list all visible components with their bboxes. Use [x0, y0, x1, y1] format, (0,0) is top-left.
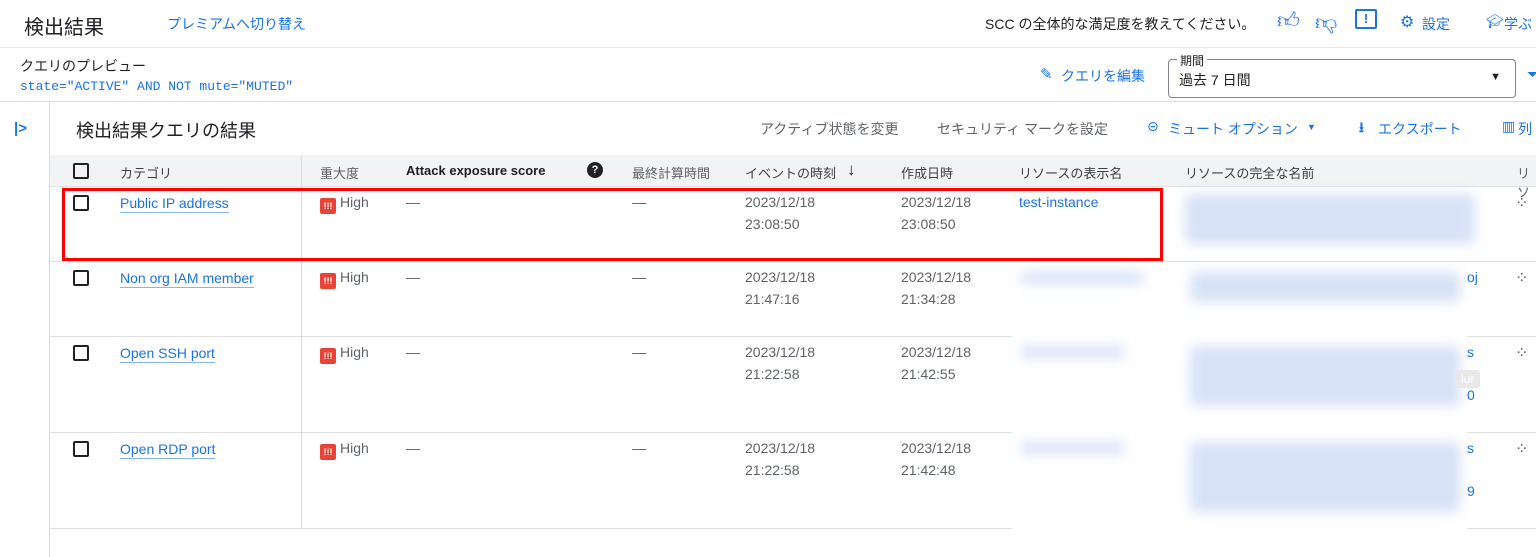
- last-calc-time: —: [632, 440, 646, 456]
- full-name-fragment: oj: [1467, 269, 1478, 285]
- created-date: 2023/12/18: [901, 269, 972, 285]
- full-name-fragment: 0: [1467, 387, 1475, 403]
- expand-panel-icon[interactable]: |>: [14, 120, 27, 137]
- last-calc-time: —: [632, 269, 646, 285]
- created-time: 21:34:28: [901, 291, 956, 307]
- attack-score: —: [406, 344, 420, 360]
- query-text: state="ACTIVE" AND NOT mute="MUTED": [20, 79, 294, 94]
- period-label: 期間: [1177, 52, 1208, 69]
- severity-label: High: [340, 344, 369, 360]
- full-name-fragment: s: [1467, 440, 1474, 456]
- learn-link[interactable]: 学ぶ: [1504, 14, 1532, 34]
- row-checkbox[interactable]: [73, 270, 89, 286]
- page-title: 検出結果: [24, 17, 104, 39]
- col-full-name[interactable]: リソースの完全な名前: [1185, 163, 1314, 182]
- severity-high-icon: !!!: [320, 444, 336, 460]
- row-checkbox[interactable]: [73, 345, 89, 361]
- col-display-name[interactable]: リソースの表示名: [1019, 163, 1122, 182]
- thumbs-down-icon[interactable]: 👎︎: [1315, 9, 1337, 36]
- event-date: 2023/12/18: [745, 344, 816, 360]
- full-name-fragment: s: [1467, 344, 1474, 360]
- change-active-button[interactable]: アクティブ状態を変更: [760, 119, 898, 139]
- period-value: 過去 7 日間: [1179, 72, 1251, 88]
- download-icon: ⭳: [1359, 119, 1364, 135]
- settings-link[interactable]: 設定: [1422, 14, 1450, 34]
- resource-type-icon: ⁘: [1515, 441, 1529, 458]
- attack-score: —: [406, 269, 420, 285]
- edit-query-button[interactable]: クエリを編集: [1061, 66, 1145, 86]
- severity-high-icon: !!!: [320, 348, 336, 364]
- category-link[interactable]: Non org IAM member: [120, 270, 254, 288]
- event-time: 21:22:58: [745, 462, 800, 478]
- premium-link[interactable]: プレミアムへ切り替え: [167, 14, 306, 34]
- period-select[interactable]: 期間 過去 7 日間 ▼: [1168, 52, 1516, 98]
- redacted-display-name: [1020, 346, 1125, 358]
- event-date: 2023/12/18: [745, 269, 816, 285]
- help-icon[interactable]: ?: [587, 162, 603, 178]
- gear-icon[interactable]: ⚙: [1400, 12, 1414, 32]
- sort-descending-icon[interactable]: ↓: [847, 160, 856, 180]
- last-calc-time: —: [632, 344, 646, 360]
- col-severity[interactable]: 重大度: [320, 163, 359, 182]
- created-date: 2023/12/18: [901, 344, 972, 360]
- col-event-time[interactable]: イベントの時刻: [745, 163, 836, 182]
- category-link[interactable]: Open RDP port: [120, 441, 216, 459]
- severity-label: High: [340, 440, 369, 456]
- export-button[interactable]: エクスポート: [1378, 119, 1462, 139]
- col-category[interactable]: カテゴリ: [120, 163, 172, 182]
- row-checkbox[interactable]: [73, 441, 89, 457]
- table-header: カテゴリ 重大度 Attack exposure score ? 最終計算時間 …: [50, 155, 1536, 200]
- results-title: 検出結果クエリの結果: [76, 121, 256, 141]
- columns-icon: ▥: [1502, 118, 1516, 134]
- highlight-box: [62, 188, 1163, 261]
- resource-type-icon: ⁘: [1515, 270, 1529, 287]
- school-icon: 🎓︎: [1486, 13, 1504, 29]
- columns-button[interactable]: 列: [1518, 119, 1532, 139]
- resource-type-icon: ⁘: [1515, 195, 1529, 212]
- redacted-full-name: [1185, 194, 1475, 244]
- created-date: 2023/12/18: [901, 440, 972, 456]
- query-preview-label: クエリのプレビュー: [20, 58, 146, 74]
- top-bar: 検出結果 プレミアムへ切り替え SCC の全体的な満足度を教えてください。 👍︎…: [0, 0, 1536, 48]
- event-date: 2023/12/18: [745, 440, 816, 456]
- feedback-prompt: SCC の全体的な満足度を教えてください。: [985, 16, 1256, 32]
- pencil-icon: ✎: [1040, 66, 1053, 83]
- left-rail: |>: [0, 102, 50, 557]
- tooltip: lur: [1455, 370, 1481, 388]
- redacted-full-name: [1190, 272, 1460, 302]
- created-time: 21:42:55: [901, 366, 956, 382]
- redacted-full-name: [1190, 346, 1460, 406]
- caret-down-icon: ▼: [1307, 122, 1316, 132]
- thumbs-up-icon[interactable]: 👍︎: [1277, 7, 1300, 34]
- mute-options-button[interactable]: ミュート オプション: [1168, 119, 1298, 139]
- event-time: 21:47:16: [745, 291, 800, 307]
- redacted-display-name: [1020, 272, 1145, 284]
- select-all-checkbox[interactable]: [73, 163, 89, 179]
- resource-type-icon: ⁘: [1515, 345, 1529, 362]
- filter-icon[interactable]: ⏷: [1527, 66, 1536, 83]
- set-security-mark-button[interactable]: セキュリティ マークを設定: [937, 119, 1108, 139]
- mute-icon: ⊝: [1147, 118, 1159, 134]
- query-bar: クエリのプレビュー state="ACTIVE" AND NOT mute="M…: [0, 48, 1536, 102]
- full-name-fragment: 9: [1467, 483, 1475, 499]
- col-created[interactable]: 作成日時: [901, 163, 953, 182]
- redacted-full-name: [1190, 442, 1460, 512]
- severity-label: High: [340, 269, 369, 285]
- redaction-panel: [1012, 262, 1467, 557]
- feedback-icon[interactable]: !: [1355, 9, 1377, 29]
- col-last-calc[interactable]: 最終計算時間: [632, 163, 710, 182]
- col-attack-score[interactable]: Attack exposure score: [406, 163, 545, 178]
- category-link[interactable]: Open SSH port: [120, 345, 215, 363]
- attack-score: —: [406, 440, 420, 456]
- event-time: 21:22:58: [745, 366, 800, 382]
- severity-high-icon: !!!: [320, 273, 336, 289]
- redacted-display-name: [1020, 442, 1125, 454]
- created-time: 21:42:48: [901, 462, 956, 478]
- dropdown-arrow-icon: ▼: [1490, 71, 1501, 83]
